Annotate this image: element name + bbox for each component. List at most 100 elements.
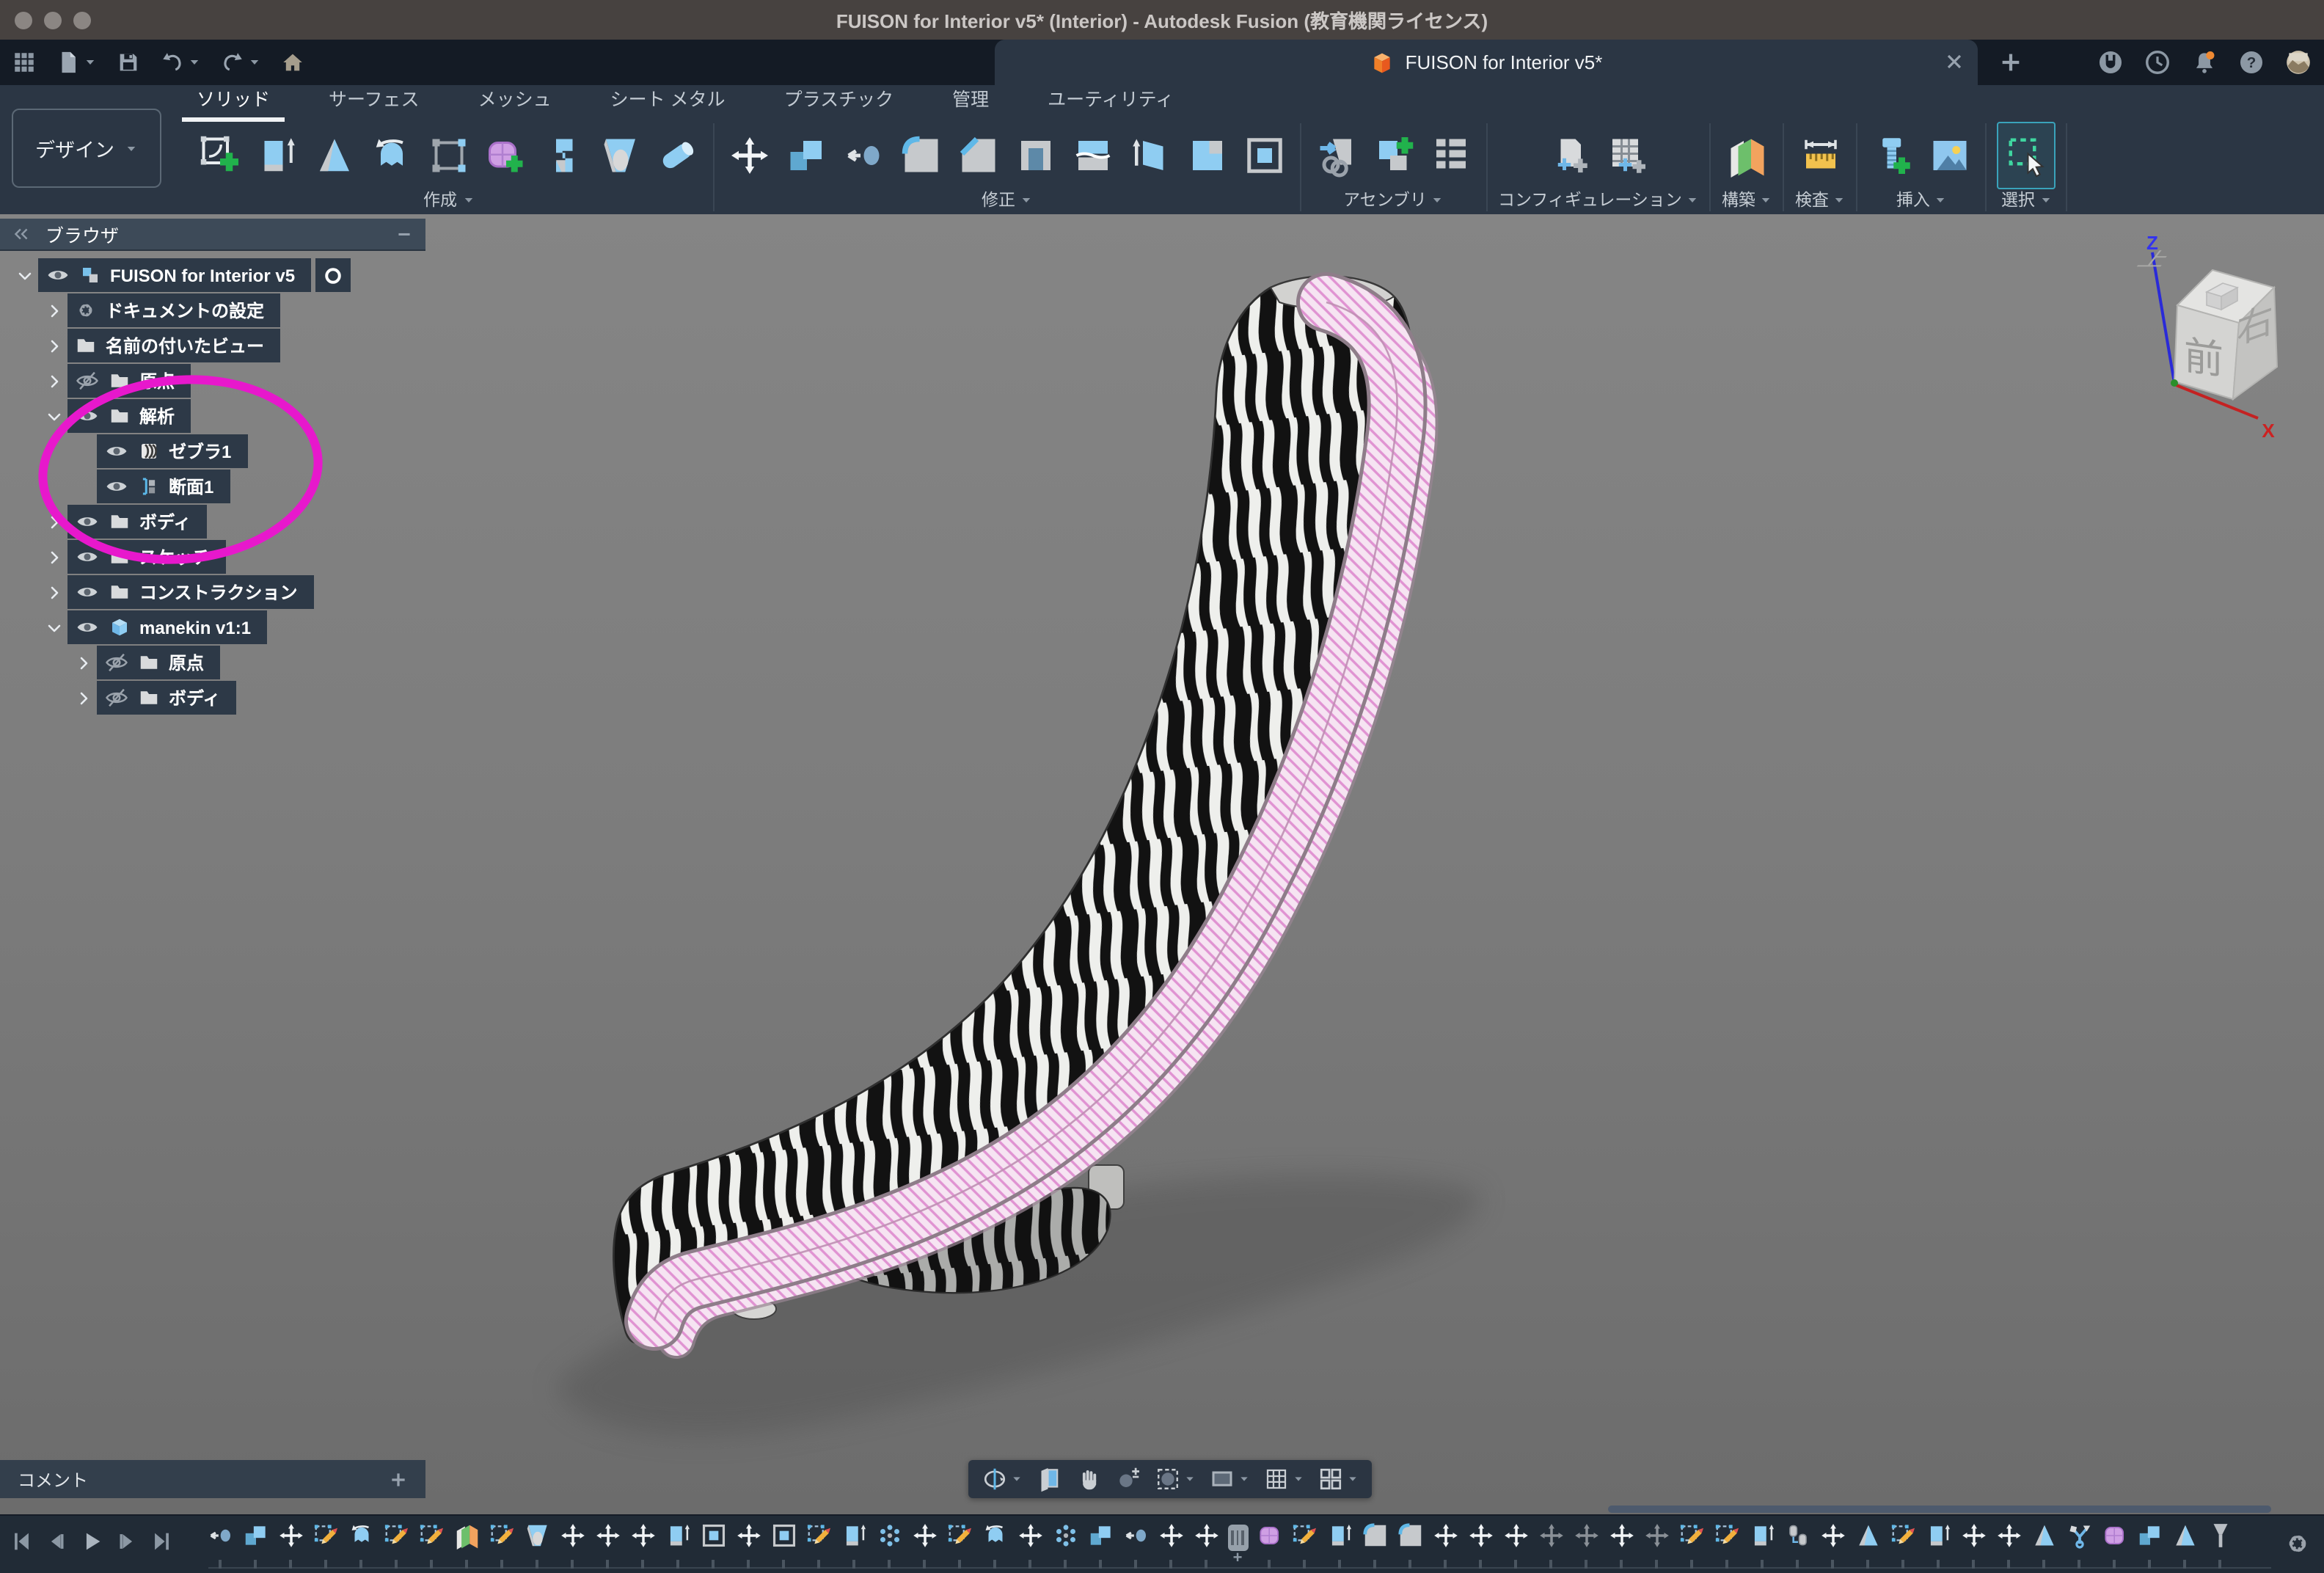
revolve-feature[interactable] (980, 1522, 1009, 1569)
move-feature[interactable] (593, 1522, 622, 1569)
play-icon[interactable] (79, 1529, 104, 1554)
chevron-right-icon[interactable] (41, 548, 67, 566)
move-feature[interactable] (1015, 1522, 1045, 1569)
move-feature[interactable] (1191, 1522, 1221, 1569)
combine-button[interactable] (782, 126, 832, 185)
insert-fastener-button[interactable] (1868, 126, 1918, 185)
revolve-cone-button[interactable] (310, 126, 359, 185)
visibility-eye-icon[interactable] (75, 509, 100, 534)
replace-face-button[interactable] (1240, 126, 1290, 185)
fillet-feature[interactable] (1360, 1522, 1389, 1569)
ribbon-tab-ソリッド[interactable]: ソリッド (194, 84, 273, 122)
construction-plane-button[interactable] (1722, 126, 1772, 185)
movedim-feature[interactable] (1536, 1522, 1565, 1569)
minimize-window-icon[interactable] (44, 12, 62, 29)
cone-feature[interactable] (2029, 1522, 2058, 1569)
visibility-eye-icon[interactable] (75, 615, 100, 640)
pipe-button[interactable] (653, 126, 703, 185)
sketch-feature[interactable] (1888, 1522, 1918, 1569)
viewcube-front-label[interactable]: 前 (2184, 334, 2223, 383)
inspect-group-label[interactable]: 検査 (1795, 188, 1846, 211)
step-forward-icon[interactable] (114, 1529, 139, 1554)
step-back-icon[interactable] (44, 1529, 69, 1554)
panel-collapse-icon[interactable] (12, 225, 31, 244)
chevron-right-icon[interactable] (41, 583, 67, 601)
combine-feature[interactable] (2135, 1522, 2164, 1569)
sketch-feature[interactable] (804, 1522, 833, 1569)
activate-component-radio[interactable] (315, 258, 351, 292)
endmarker-feature[interactable] (2205, 1522, 2235, 1569)
job-status-icon[interactable] (2144, 48, 2171, 76)
bom-button[interactable] (1426, 126, 1476, 185)
sketch-feature[interactable] (1712, 1522, 1742, 1569)
extrude-feature[interactable] (1923, 1522, 1953, 1569)
form-feature[interactable] (2100, 1522, 2129, 1569)
move-feature[interactable] (1607, 1522, 1636, 1569)
create-sketch-button[interactable] (195, 126, 245, 185)
home-button[interactable] (280, 50, 305, 75)
visibility-eye-icon[interactable] (75, 544, 100, 569)
add-comment-icon[interactable] (389, 1470, 425, 1489)
movedim-feature[interactable] (1571, 1522, 1601, 1569)
move-button[interactable] (725, 126, 775, 185)
user-avatar[interactable] (2284, 48, 2312, 76)
move-feature[interactable] (1430, 1522, 1460, 1569)
move-feature[interactable] (1156, 1522, 1185, 1569)
close-window-icon[interactable] (15, 12, 32, 29)
file-menu-button[interactable] (56, 50, 97, 75)
extrude-button[interactable] (252, 126, 302, 185)
cone-feature[interactable] (2170, 1522, 2199, 1569)
visibility-eye-icon[interactable] (75, 580, 100, 605)
sketch-feature[interactable] (1677, 1522, 1706, 1569)
move-feature[interactable] (1501, 1522, 1530, 1569)
manekin-component[interactable]: manekin v1:1 (67, 610, 267, 644)
chevron-right-icon[interactable] (41, 372, 67, 390)
new-component-button[interactable] (1369, 126, 1419, 185)
extrude-feature[interactable] (1325, 1522, 1354, 1569)
press-pull-button[interactable] (839, 126, 889, 185)
chevron-right-icon[interactable] (41, 337, 67, 354)
sketches-folder[interactable]: スケッチ (67, 540, 226, 574)
chevron-right-icon[interactable] (70, 689, 97, 707)
panel-minimize-icon[interactable] (395, 225, 414, 244)
sketch-feature[interactable] (945, 1522, 974, 1569)
move-feature[interactable] (1818, 1522, 1847, 1569)
timeline-position-handle[interactable]: + (1227, 1522, 1249, 1569)
bodies-folder[interactable]: ボディ (67, 505, 207, 539)
move-feature[interactable] (1466, 1522, 1495, 1569)
presspull-feature[interactable] (1121, 1522, 1150, 1569)
configuration-group-label[interactable]: コンフィギュレーション (1498, 188, 1700, 211)
timeline-scrollbar[interactable] (1608, 1506, 2271, 1513)
pan-button[interactable] (1075, 1466, 1102, 1492)
ribbon-tab-メッシュ[interactable]: メッシュ (475, 84, 555, 122)
select-button[interactable] (1998, 122, 2056, 189)
section1-analysis[interactable]: 断面1 (97, 470, 230, 503)
select-group-label[interactable]: 選択 (2001, 188, 2053, 211)
look-at-button[interactable] (1036, 1466, 1062, 1492)
chevron-down-icon[interactable] (41, 407, 67, 425)
visibility-eye-icon[interactable] (104, 439, 129, 464)
cyl-feature[interactable] (1783, 1522, 1812, 1569)
new-tab-button[interactable] (1998, 50, 2023, 75)
ribbon-tab-管理[interactable]: 管理 (949, 84, 992, 122)
help-icon[interactable]: ? (2237, 48, 2265, 76)
move-feature[interactable] (1994, 1522, 2023, 1569)
extrude-feature[interactable] (1747, 1522, 1777, 1569)
measure-button[interactable] (1796, 126, 1846, 185)
visibility-eye-icon[interactable] (104, 474, 129, 499)
extensions-icon[interactable] (2097, 48, 2124, 76)
zoom-button[interactable] (1115, 1466, 1141, 1492)
viewcube[interactable]: 上 前 右 Z X (2119, 232, 2312, 449)
offsetframe-feature[interactable] (769, 1522, 798, 1569)
sketch-feature[interactable] (1290, 1522, 1319, 1569)
comments-bar[interactable]: コメント (0, 1460, 425, 1498)
chevron-down-icon[interactable] (12, 266, 38, 284)
form-feature[interactable] (1254, 1522, 1284, 1569)
sketch-feature[interactable] (311, 1522, 340, 1569)
pattern-feature[interactable] (874, 1522, 904, 1569)
combine-feature[interactable] (241, 1522, 270, 1569)
pattern-feature[interactable] (1050, 1522, 1080, 1569)
extrude-feature[interactable] (663, 1522, 693, 1569)
ribbon-tab-サーフェス[interactable]: サーフェス (326, 84, 423, 122)
sketch-feature[interactable] (417, 1522, 446, 1569)
